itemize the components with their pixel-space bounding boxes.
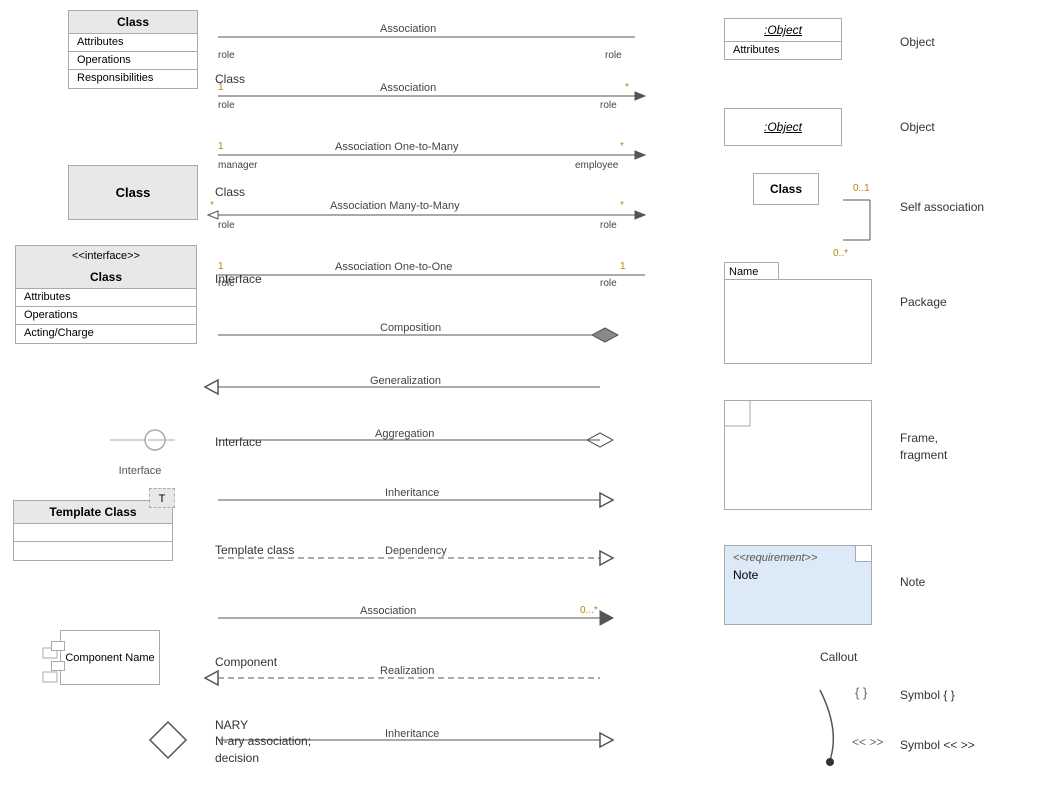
note-corner-fold — [855, 546, 871, 562]
note-stereotype: <<requirement>> — [733, 552, 851, 564]
role1-left: role — [218, 50, 235, 61]
component-label: Component — [215, 655, 277, 669]
object1: :Object Attributes — [724, 18, 842, 60]
rel-realization: Realization — [380, 665, 434, 677]
class-full-responsibilities: Responsibilities — [69, 70, 197, 88]
component-icon-bottom — [51, 661, 65, 671]
note-text: Note — [733, 568, 851, 582]
rel-inheritance1: Inheritance — [385, 487, 439, 499]
template-section1 — [14, 524, 172, 542]
role4-right: role — [600, 220, 617, 231]
mult4-right: * — [620, 200, 624, 211]
frame-corner-svg — [725, 401, 873, 511]
template-main-box: Template Class — [13, 500, 173, 561]
lollipop-svg — [110, 420, 170, 470]
package-tab: Name — [724, 262, 779, 280]
rel-generalization: Generalization — [370, 375, 441, 387]
mult3-left: 1 — [218, 141, 224, 152]
symbol-guillemet-glyph: << >> — [852, 735, 883, 749]
class-simple: Class — [68, 165, 198, 220]
rel-association1: Association — [380, 23, 436, 35]
rel-dependency: Dependency — [385, 545, 447, 557]
frame-label: Frame,fragment — [900, 430, 947, 464]
mult5-right: 1 — [620, 261, 626, 272]
self-mult2: 0..* — [833, 248, 848, 259]
class-full: Class Attributes Operations Responsibili… — [68, 10, 198, 89]
package-label: Package — [900, 295, 947, 309]
interface2-label: Interface — [110, 465, 170, 477]
nary-diamond-svg — [148, 720, 188, 760]
symbol-brace-glyph: { } — [855, 685, 867, 700]
role2-right: role — [600, 100, 617, 111]
note-box: <<requirement>> Note — [724, 545, 872, 625]
template-corner: T — [149, 488, 175, 508]
self-mult1: 0..1 — [853, 183, 870, 194]
rel-composition: Composition — [380, 322, 441, 334]
rel-association2: Association — [380, 82, 436, 94]
self-assoc-name: Class — [770, 182, 802, 196]
object1-attributes: Attributes — [725, 41, 841, 59]
role1-right: role — [605, 50, 622, 61]
component-icon-top — [51, 641, 65, 651]
nary-diamond-container — [148, 720, 188, 763]
interface-stereotype: <<interface>> — [16, 246, 196, 266]
object1-name: :Object — [725, 19, 841, 41]
role5-left: role — [218, 278, 235, 289]
interface-class: <<interface>> Class Attributes Operation… — [15, 245, 197, 344]
rel-assoc-mult: Association — [360, 605, 416, 617]
role3-left: manager — [218, 160, 257, 171]
mult4-left: * — [210, 200, 214, 211]
class-full-name: Class — [69, 11, 197, 34]
class-simple-name: Class — [69, 166, 197, 219]
symbol-brace-label: Symbol { } — [900, 688, 955, 702]
self-assoc-class: Class — [753, 173, 819, 205]
rel-onetomany: Association One-to-Many — [335, 141, 459, 153]
mult2-right: * — [625, 82, 629, 93]
role3-right: employee — [575, 160, 618, 171]
class-full-attributes: Attributes — [69, 34, 197, 52]
interface-class-name: Class — [16, 266, 196, 289]
note-label: Note — [900, 575, 925, 589]
rel-inheritance2: Inheritance — [385, 728, 439, 740]
class-full-operations: Operations — [69, 52, 197, 70]
template-section2 — [14, 542, 172, 560]
nary-sub-label: N-ary association;decision — [215, 733, 311, 767]
rel-manytomany: Association Many-to-Many — [330, 200, 460, 212]
diagram-area: Class Attributes Operations Responsibili… — [0, 0, 1047, 787]
package-body — [724, 279, 872, 364]
mult3-right: * — [620, 141, 624, 152]
nary-label: NARY — [215, 718, 248, 732]
class2-label: Class — [215, 185, 245, 199]
mult11-right: 0...* — [580, 605, 598, 616]
object2-label: Object — [900, 120, 935, 134]
symbol-guillemet-label: Symbol << >> — [900, 738, 975, 752]
mult2-left: 1 — [218, 82, 224, 93]
role2-left: role — [218, 100, 235, 111]
interface-attributes: Attributes — [16, 289, 196, 307]
role5-right: role — [600, 278, 617, 289]
rel-aggregation: Aggregation — [375, 428, 434, 440]
component-name: Component Name — [65, 652, 154, 664]
object1-label: Object — [900, 35, 935, 49]
callout-label: Callout — [820, 650, 857, 664]
object2: :Object — [724, 108, 842, 146]
interface-acting: Acting/Charge — [16, 325, 196, 343]
interface-operations: Operations — [16, 307, 196, 325]
component-container: Component Name — [60, 630, 160, 685]
interface2-main-label: Interface — [215, 435, 262, 449]
frame-fragment — [724, 400, 872, 510]
object2-name: :Object — [725, 109, 841, 145]
component-box: Component Name — [60, 630, 160, 685]
mult5-left: 1 — [218, 261, 224, 272]
template-class-container: T Template Class — [13, 490, 173, 551]
rel-onetoone: Association One-to-One — [335, 261, 452, 273]
template-label: Template class — [215, 543, 294, 557]
role4-left: role — [218, 220, 235, 231]
selfassoc-label: Self association — [900, 200, 984, 214]
interface-lollipop: Interface — [110, 420, 170, 477]
